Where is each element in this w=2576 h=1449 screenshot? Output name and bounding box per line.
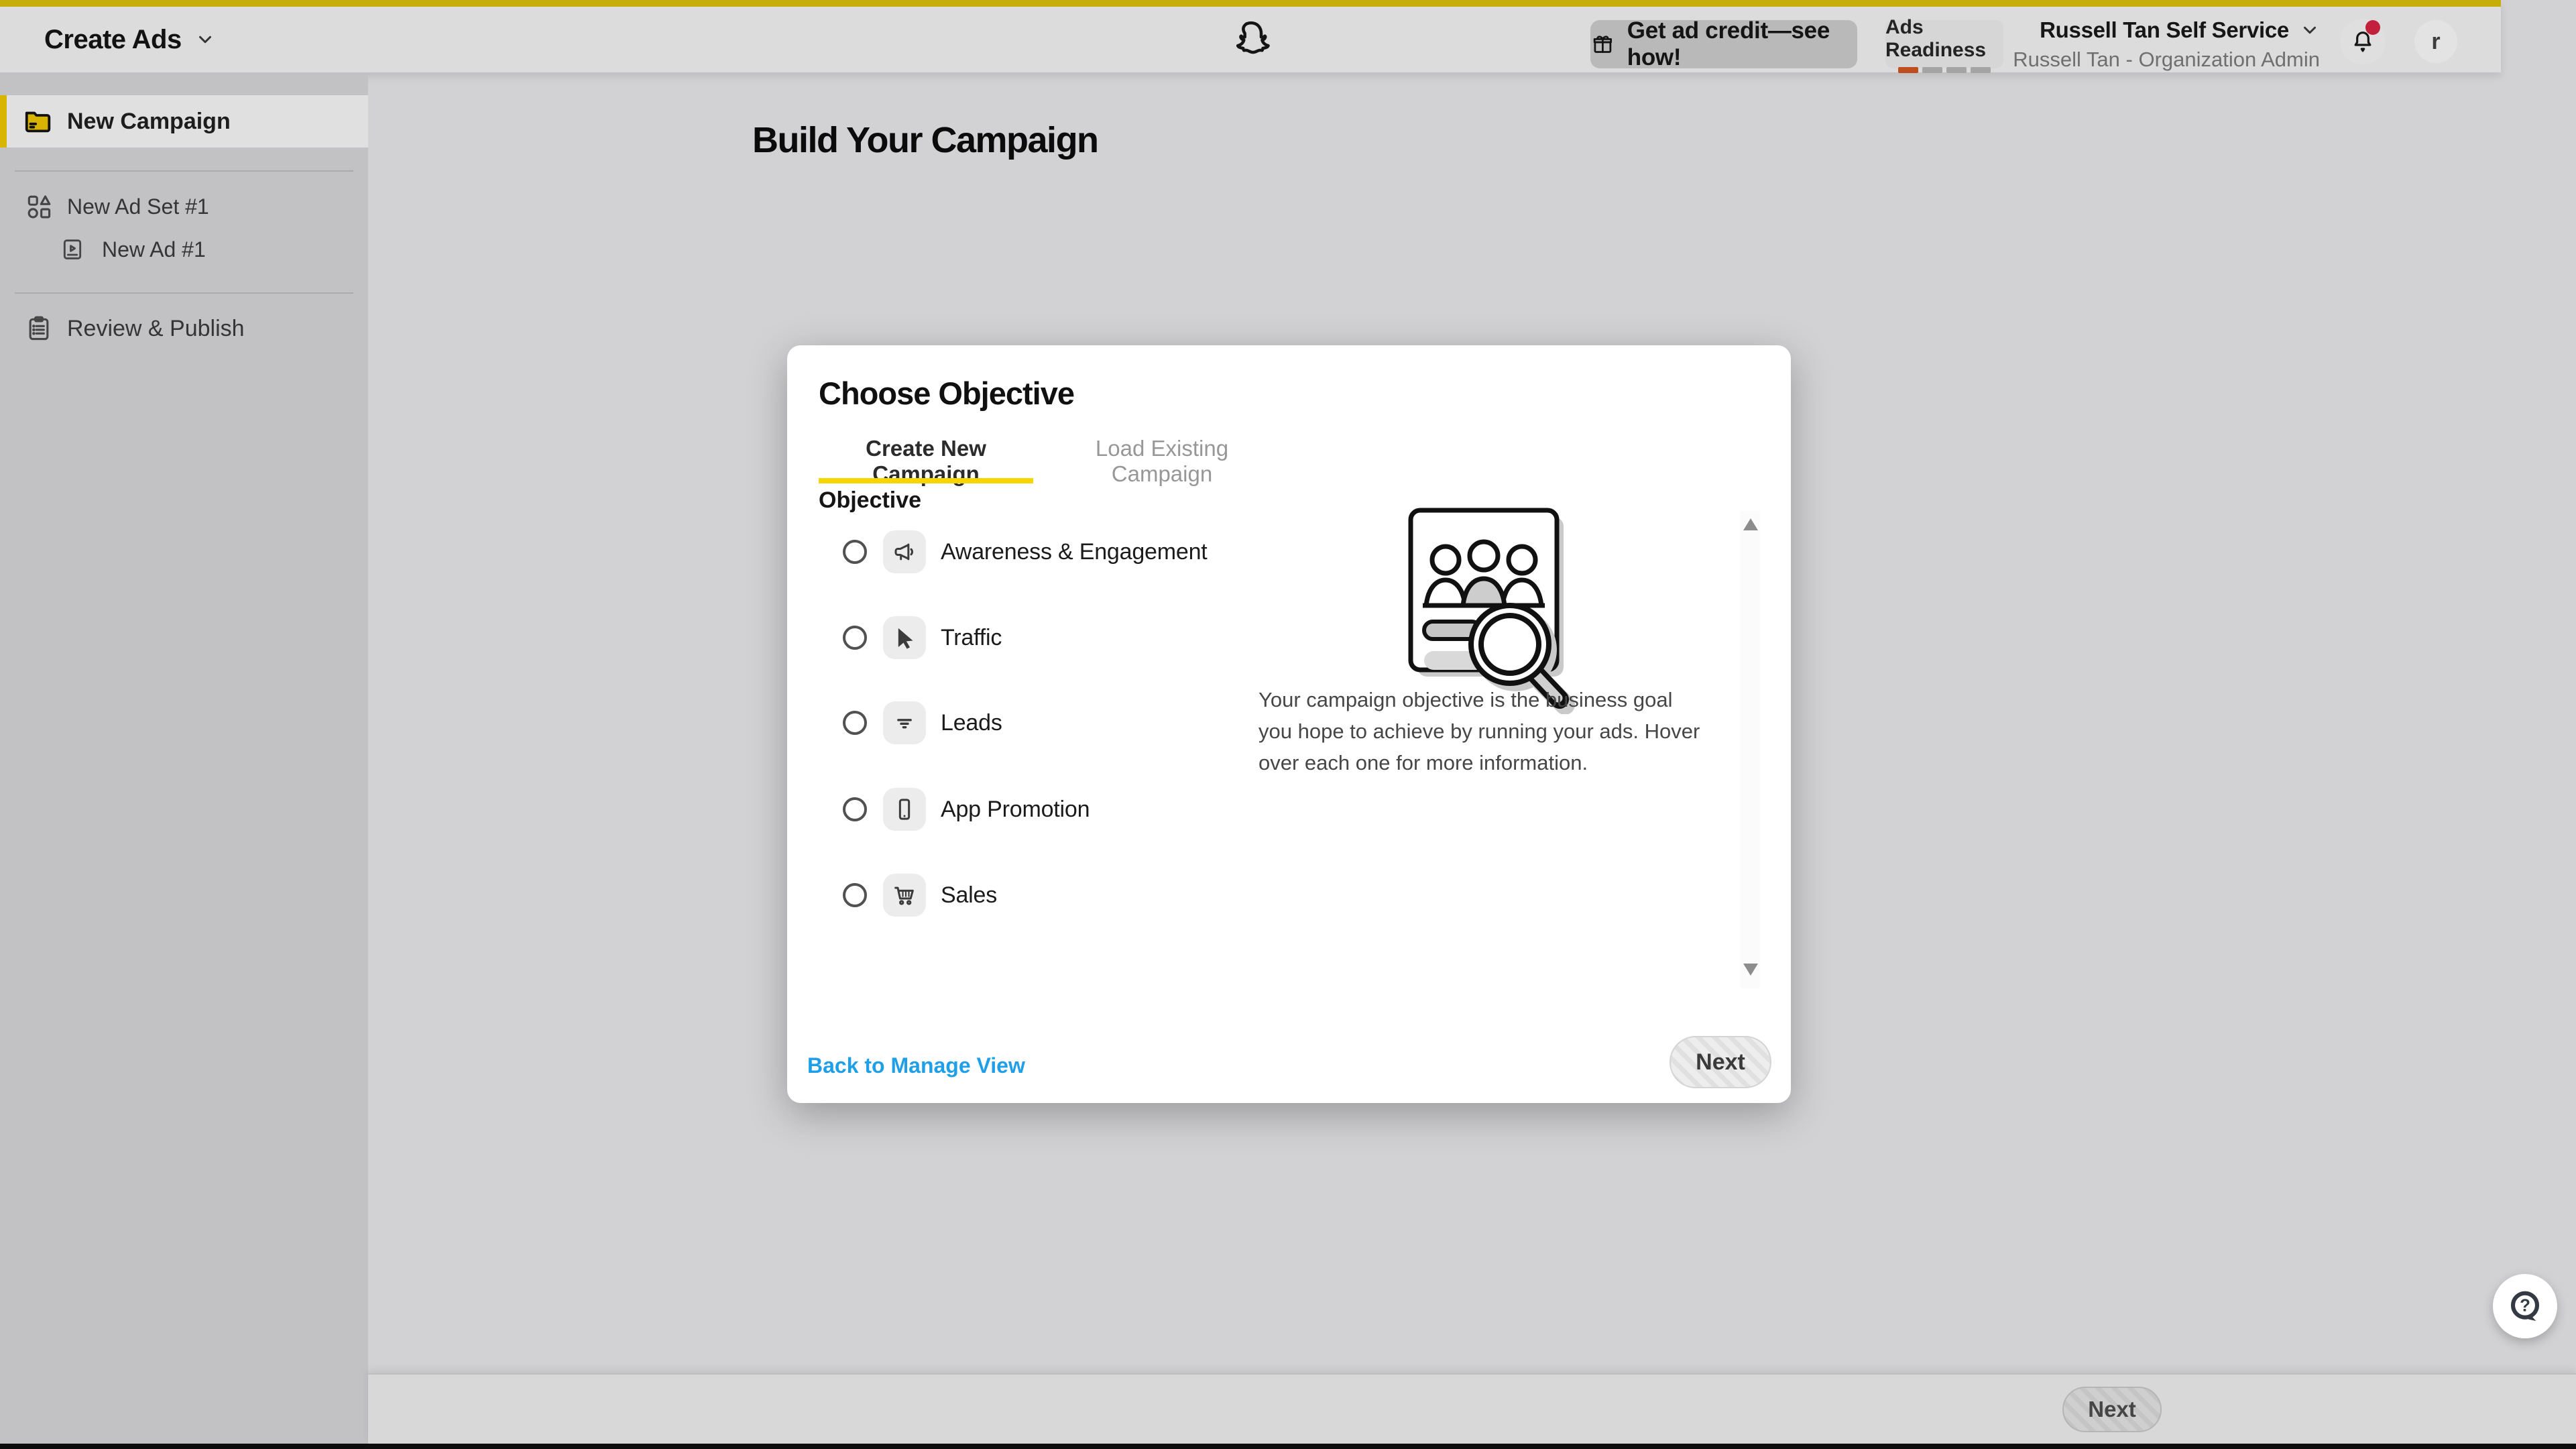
icon-chip [883,788,926,831]
top-header-bar: Create Ads Get ad credit—see how! Ads Re… [0,0,2501,72]
account-name: Russell Tan Self Service [2040,17,2289,43]
objective-option-label: App Promotion [941,797,1090,823]
snapchat-ghost-icon[interactable] [1228,16,1274,66]
cursor-icon [891,624,918,651]
objective-description: Your campaign objective is the business … [1258,684,1709,778]
icon-chip [883,874,926,917]
sidebar-item-new-ad-set[interactable]: New Ad Set #1 [0,185,368,228]
notification-badge [2365,20,2380,35]
clipboard-icon [24,314,54,343]
sidebar-item-review-publish[interactable]: Review & Publish [0,307,368,350]
objective-option-label: Traffic [941,625,1002,651]
radio-button[interactable] [843,797,867,821]
sidebar-item-label: New Ad #1 [102,237,206,262]
svg-text:?: ? [2520,1297,2530,1316]
objective-option-label: Leads [941,710,1002,736]
notifications-button[interactable] [2340,19,2386,64]
sidebar-divider [15,170,353,172]
objective-option-sales[interactable]: Sales [819,852,1368,938]
shapes-icon [24,192,54,221]
cart-icon [891,882,918,909]
scroll-up-arrow-icon[interactable] [1743,518,1758,530]
video-ad-icon [59,236,86,263]
modal-next-button[interactable]: Next [1670,1036,1771,1088]
help-button[interactable]: ? [2493,1274,2557,1338]
get-ad-credit-label: Get ad credit—see how! [1627,17,1857,71]
campaign-structure-sidebar: New Campaign New Ad Set #1 New Ad #1 [0,72,368,1444]
sidebar-item-label: New Ad Set #1 [67,194,209,219]
sidebar-item-label: New Campaign [67,109,231,135]
create-ads-label: Create Ads [44,25,182,55]
progress-segment [1971,67,1991,73]
folder-icon [23,106,54,137]
icon-chip [883,616,926,659]
objective-option-traffic[interactable]: Traffic [819,595,1368,681]
avatar-initial: r [2431,29,2440,55]
radio-button[interactable] [843,626,867,650]
funnel-icon [891,709,918,736]
bottom-action-bar: Next [368,1373,2576,1444]
sidebar-item-new-ad[interactable]: New Ad #1 [0,228,368,271]
radio-button[interactable] [843,711,867,735]
objective-option-awareness[interactable]: Awareness & Engagement [819,509,1368,595]
bottom-edge [0,1444,2576,1449]
sidebar-item-label: Review & Publish [67,316,245,342]
chevron-down-icon [195,30,215,50]
objective-option-label: Awareness & Engagement [941,539,1208,565]
avatar[interactable]: r [2414,20,2457,63]
gift-icon [1590,30,1615,58]
snapchat-ads-manager-screen: Create Ads Get ad credit—see how! Ads Re… [0,0,2576,1449]
create-ads-menu[interactable]: Create Ads [44,7,215,72]
scroll-down-arrow-icon[interactable] [1743,964,1758,976]
megaphone-icon [891,538,918,565]
phone-icon [891,796,918,823]
active-tab-underline [819,478,1033,483]
icon-chip [883,701,926,744]
progress-segment [1922,67,1942,73]
objective-option-app-promotion[interactable]: App Promotion [819,766,1368,852]
ads-readiness-progress [1898,67,1991,73]
choose-objective-modal: Choose Objective Create New Campaign Loa… [787,345,1791,1103]
ads-readiness-label: Ads Readiness [1885,16,2003,62]
help-question-icon: ? [2507,1288,2543,1324]
progress-segment [1898,67,1918,73]
progress-segment [1946,67,1967,73]
back-to-manage-view-link[interactable]: Back to Manage View [807,1053,1025,1078]
get-ad-credit-button[interactable]: Get ad credit—see how! [1590,20,1857,68]
page-title: Build Your Campaign [752,119,1098,161]
icon-chip [883,530,926,573]
modal-title: Choose Objective [819,375,1074,412]
scrollbar-track[interactable] [1740,511,1760,988]
radio-button[interactable] [843,883,867,907]
objective-option-label: Sales [941,882,997,909]
account-role: Russell Tan - Organization Admin [2013,48,2320,72]
sidebar-item-new-campaign[interactable]: New Campaign [0,95,368,148]
selected-indicator [0,95,7,148]
radio-button[interactable] [843,540,867,564]
chevron-down-icon [2300,20,2320,40]
footer-next-button[interactable]: Next [2062,1387,2162,1432]
account-switcher[interactable]: Russell Tan Self Service Russell Tan - O… [2011,17,2320,72]
objective-illustration [1404,506,1598,714]
ads-readiness-widget[interactable]: Ads Readiness [1885,20,2003,68]
tab-load-existing-campaign[interactable]: Load Existing Campaign [1055,436,1269,487]
sidebar-divider [15,292,353,294]
